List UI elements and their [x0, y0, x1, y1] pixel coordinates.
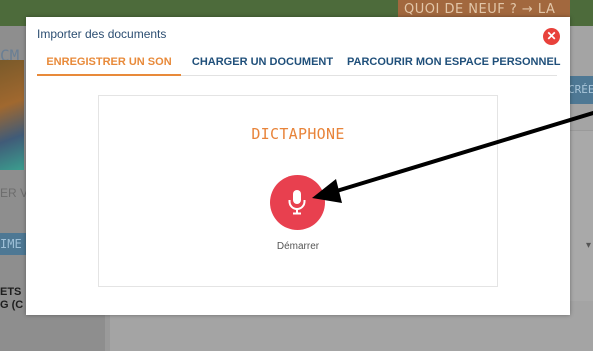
- chevron-down-icon: ▾: [586, 240, 592, 251]
- background-left-text-line2: G (C: [0, 299, 24, 311]
- record-button[interactable]: [270, 175, 325, 230]
- background-left-image: [0, 60, 24, 170]
- microphone-icon: [288, 190, 306, 215]
- dictaphone-title: DICTAPHONE: [251, 125, 345, 143]
- dialog-title: Importer des documents: [37, 27, 167, 41]
- background-left-text: ETS G (C: [0, 286, 23, 312]
- background-right-button: CRÉE: [568, 76, 593, 104]
- background-left-link: ER V: [0, 186, 29, 200]
- tab-browse-personal-space[interactable]: PARCOURIR MON ESPACE PERSONNEL: [347, 51, 561, 74]
- tab-record-sound[interactable]: ENREGISTRER UN SON: [37, 51, 181, 76]
- close-icon[interactable]: ✕: [543, 28, 560, 45]
- import-documents-dialog: Importer des documents ✕ ENREGISTRER UN …: [26, 17, 570, 315]
- background-left-tab: IME: [0, 233, 26, 255]
- background-right-card: [570, 130, 593, 301]
- background-left-text-line1: ETS: [0, 286, 22, 298]
- tab-upload-document[interactable]: CHARGER UN DOCUMENT: [187, 51, 338, 74]
- dictaphone-panel: DICTAPHONE Démarrer: [98, 95, 498, 287]
- dialog-tabs: ENREGISTRER UN SON CHARGER UN DOCUMENT P…: [37, 51, 561, 76]
- start-label: Démarrer: [276, 241, 320, 252]
